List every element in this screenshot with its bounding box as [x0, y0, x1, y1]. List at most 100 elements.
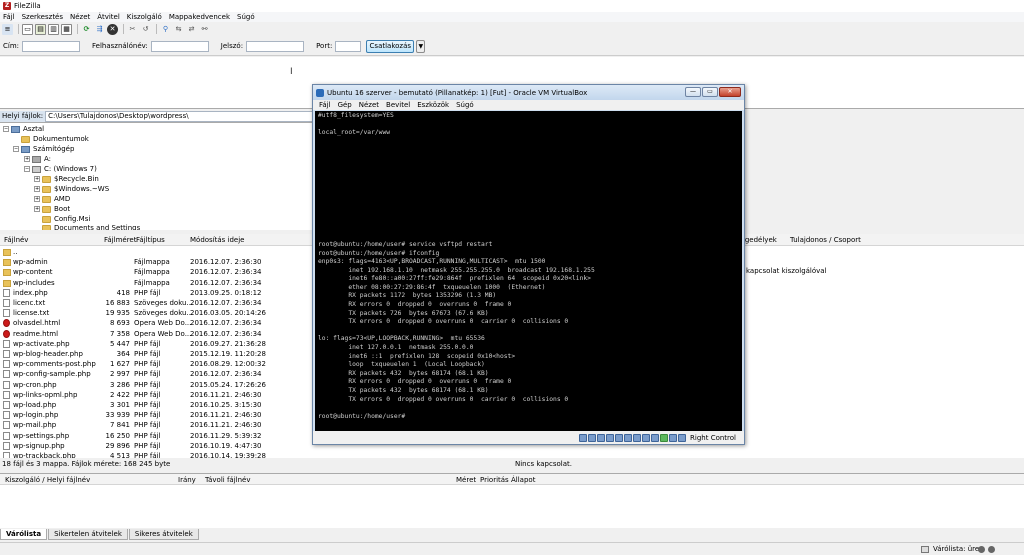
collapse-icon[interactable]: −: [13, 146, 19, 152]
minimize-button[interactable]: —: [685, 87, 701, 97]
cpu-icon[interactable]: [651, 433, 660, 442]
column-modified[interactable]: Módosítás ideje: [190, 236, 245, 244]
toggle-local-tree-icon[interactable]: ▤: [35, 23, 46, 35]
usb-icon[interactable]: [615, 433, 624, 442]
tree-item-drive-a[interactable]: + A:: [24, 154, 51, 164]
menu-file[interactable]: Fájl: [3, 13, 15, 21]
queue-list[interactable]: [0, 485, 1024, 528]
hard-disk-icon[interactable]: [579, 433, 588, 442]
tree-item-documents[interactable]: Dokumentumok: [21, 134, 89, 144]
expand-icon[interactable]: +: [24, 156, 30, 162]
file-name: index.php: [13, 288, 48, 297]
port-label: Port:: [316, 42, 333, 50]
tree-item-computer[interactable]: − Számítógép: [13, 144, 74, 154]
terminal-line: local_root=/var/www: [318, 129, 391, 137]
column-direction[interactable]: Irány: [178, 476, 196, 484]
virtualization-icon[interactable]: [660, 433, 669, 442]
expand-icon[interactable]: +: [34, 186, 40, 192]
password-label: Jelszó:: [220, 42, 244, 50]
drive-icon: [32, 155, 41, 163]
column-size[interactable]: Méret: [456, 476, 476, 484]
close-button[interactable]: ✕: [719, 87, 741, 97]
column-remote-file[interactable]: Távoli fájlnév: [205, 476, 250, 484]
display-icon[interactable]: [633, 433, 642, 442]
file-name: wp-comments-post.php: [13, 360, 96, 369]
menu-view[interactable]: Nézet: [70, 13, 90, 21]
toggle-message-log-icon[interactable]: ▭: [22, 23, 33, 35]
column-filename[interactable]: Fájlnév: [4, 236, 28, 244]
directory-filter-icon[interactable]: ⚲: [160, 24, 171, 35]
vbox-menu-view[interactable]: Nézet: [359, 101, 379, 109]
optical-drive-icon[interactable]: [588, 433, 597, 442]
toggle-remote-tree-icon[interactable]: ▥: [48, 23, 59, 35]
file-icon: [3, 401, 10, 409]
file-type: Opera Web Do...: [134, 329, 192, 338]
site-manager-icon[interactable]: ≡: [2, 23, 13, 35]
toolbar-divider: [156, 24, 157, 34]
menu-server[interactable]: Kiszolgáló: [127, 13, 162, 21]
search-icon[interactable]: ⚯: [199, 24, 210, 35]
keyboard-icon[interactable]: [678, 433, 687, 442]
menu-help[interactable]: Súgó: [237, 13, 255, 21]
vbox-menu-devices[interactable]: Eszközök: [417, 101, 449, 109]
compare-directories-icon[interactable]: ⇆: [173, 24, 184, 35]
expand-icon[interactable]: +: [34, 196, 40, 202]
expand-icon[interactable]: +: [34, 176, 40, 182]
cancel-icon[interactable]: ✕: [107, 23, 118, 35]
vbox-menu-machine[interactable]: Gép: [338, 101, 352, 109]
quickconnect-button[interactable]: Csatlakozás: [366, 39, 415, 53]
column-filetype[interactable]: Fájltípus: [136, 236, 165, 244]
collapse-icon[interactable]: −: [24, 166, 30, 172]
file-name: wp-blog-header.php: [13, 350, 83, 358]
column-filesize[interactable]: Fájlméret: [104, 236, 136, 244]
tab-successful[interactable]: Sikeres átvitelek: [128, 529, 199, 540]
audio-icon[interactable]: [597, 433, 606, 442]
video-capture-icon[interactable]: [642, 433, 651, 442]
tree-item-drive-c[interactable]: − C: (Windows 7): [24, 164, 97, 174]
vbox-menu-help[interactable]: Súgó: [456, 101, 474, 109]
process-queue-icon[interactable]: ⇶: [94, 24, 105, 35]
reconnect-icon[interactable]: ↺: [140, 24, 151, 35]
tab-failed[interactable]: Sikertelen átvitelek: [48, 529, 128, 540]
menu-transfer[interactable]: Átvitel: [97, 13, 120, 21]
toolbar-divider: [77, 24, 78, 34]
tree-item-boot[interactable]: + Boot: [34, 204, 70, 214]
file-icon: [3, 339, 10, 348]
file-name: wp-links-opml.php: [13, 390, 78, 399]
menu-edit[interactable]: Szerkesztés: [22, 13, 63, 21]
expand-icon[interactable]: +: [34, 206, 40, 212]
tree-item-windows-ws[interactable]: + $Windows.~WS: [34, 184, 109, 194]
column-priority[interactable]: Prioritás: [480, 476, 509, 484]
drive-icon: [32, 165, 41, 173]
network-icon[interactable]: [606, 433, 615, 442]
username-input[interactable]: [150, 40, 209, 52]
quickconnect-history-dropdown[interactable]: ▼: [416, 39, 426, 53]
toggle-queue-icon[interactable]: ▦: [61, 23, 72, 35]
tree-item-recycle-bin[interactable]: + $Recycle.Bin: [34, 174, 99, 184]
port-input[interactable]: [335, 40, 362, 52]
opera-file-icon: [3, 319, 10, 328]
tab-queued[interactable]: Várólista: [0, 529, 48, 540]
tree-item-desktop[interactable]: − Asztal: [3, 124, 44, 134]
mouse-integration-icon[interactable]: [669, 433, 678, 442]
maximize-button[interactable]: ▭: [702, 87, 718, 97]
shared-folders-icon[interactable]: [624, 433, 633, 442]
collapse-icon[interactable]: −: [3, 126, 9, 132]
password-input[interactable]: [246, 40, 305, 52]
disconnect-icon[interactable]: ✂: [127, 24, 138, 35]
column-status[interactable]: Állapot: [511, 476, 535, 484]
file-modified: 2016.12.07. 2:36:30: [190, 258, 262, 267]
menu-bookmarks[interactable]: Mappakedvencek: [169, 13, 230, 21]
host-input[interactable]: [22, 40, 81, 52]
synchronized-browsing-icon[interactable]: ⇄: [186, 24, 197, 35]
vm-terminal[interactable]: #utf8_filesystem=YES local_root=/var/www r…: [315, 111, 742, 431]
tree-item-amd[interactable]: + AMD: [34, 194, 70, 204]
column-server-local[interactable]: Kiszolgáló / Helyi fájlnév: [5, 476, 90, 484]
tree-item-label: A:: [44, 155, 52, 163]
vbox-menu-file[interactable]: Fájl: [319, 101, 331, 109]
toolbar-divider: [123, 24, 124, 34]
column-owner-group[interactable]: Tulajdonos / Csoport: [790, 236, 861, 244]
virtualbox-title-bar[interactable]: Ubuntu 16 szerver - bemutató (Pillanatké…: [313, 85, 744, 100]
refresh-icon[interactable]: ⟳: [81, 24, 92, 35]
vbox-menu-input[interactable]: Bevitel: [386, 101, 410, 109]
